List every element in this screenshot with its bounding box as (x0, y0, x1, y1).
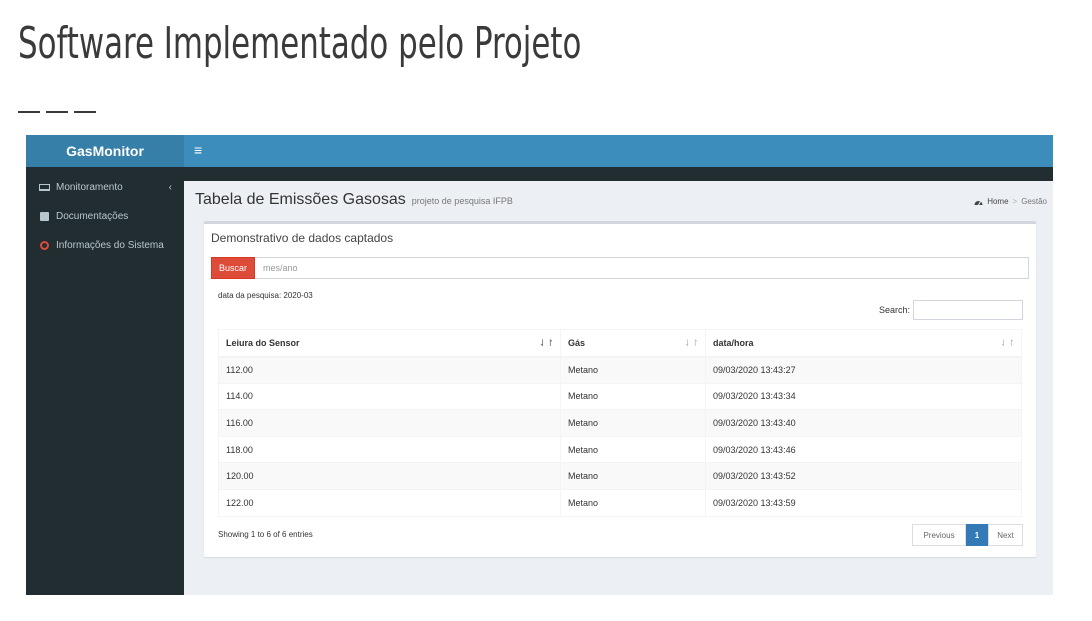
sidebar: Monitoramento ‹ Documentações Informaçõe… (26, 167, 184, 595)
cell-leitura: 112.00 (218, 356, 561, 384)
sidebar-item-label: Informações do Sistema (56, 240, 164, 251)
page-subtitle: projeto de pesquisa IFPB (411, 196, 513, 206)
buscar-button[interactable]: Buscar (211, 257, 255, 279)
cell-gas: Metano (560, 382, 706, 411)
sidebar-item-informacoes[interactable]: Informações do Sistema (26, 231, 184, 260)
monitor-icon (38, 184, 50, 191)
top-navbar: ≡ (184, 135, 1053, 167)
box-title: Demonstrativo de dados captados (211, 231, 394, 245)
sort-icon: ⇃↾ (999, 338, 1015, 348)
table-row: 118.00 Metano 09/03/2020 13:43:46 (218, 435, 1022, 464)
cell-gas: Metano (560, 356, 706, 384)
sidebar-item-documentacoes[interactable]: Documentações (26, 202, 184, 231)
sort-icon: ⇃↾ (683, 338, 699, 348)
cell-datahora: 09/03/2020 13:43:52 (705, 462, 1022, 490)
table-info: Showing 1 to 6 of 6 entries (218, 530, 313, 539)
breadcrumb-separator: > (1012, 197, 1018, 206)
gasmonitor-app: GasMonitor ≡ Monitoramento ‹ Documentaçõ… (26, 135, 1053, 595)
cell-gas: Metano (560, 462, 706, 490)
cell-gas: Metano (560, 409, 706, 437)
hamburger-menu-icon[interactable]: ≡ (194, 143, 202, 157)
search-date-text: data da pesquisa: 2020-03 (218, 291, 313, 300)
table-search-input[interactable] (913, 300, 1023, 320)
column-header-label: Gás (568, 337, 586, 348)
cell-datahora: 09/03/2020 13:43:34 (705, 382, 1022, 411)
mes-ano-input[interactable]: mes/ano (255, 257, 1029, 279)
column-header-datahora[interactable]: data/hora ⇃↾ (705, 329, 1022, 358)
cell-gas: Metano (560, 435, 706, 464)
cell-datahora: 09/03/2020 13:43:40 (705, 409, 1022, 437)
table-row: 122.00 Metano 09/03/2020 13:43:59 (218, 488, 1022, 517)
dashboard-icon (974, 200, 983, 205)
table-row: 112.00 Metano 09/03/2020 13:43:27 (218, 356, 1022, 384)
column-header-leitura[interactable]: Leiura do Sensor ⇃↾ (218, 329, 561, 358)
column-header-gas[interactable]: Gás ⇃↾ (560, 329, 706, 358)
data-box: Demonstrativo de dados captados Buscar m… (204, 221, 1036, 557)
column-header-label: data/hora (713, 337, 754, 348)
pagination: Previous 1 Next (912, 524, 1023, 546)
column-header-label: Leiura do Sensor (226, 337, 300, 348)
chevron-left-icon[interactable]: ‹ (169, 182, 172, 193)
next-page-button[interactable]: Next (988, 524, 1023, 546)
breadcrumb-current: Gestão (1021, 197, 1047, 206)
search-label: Search: (879, 305, 911, 315)
content-area: Tabela de Emissões Gasosas projeto de pe… (184, 181, 1053, 595)
page-title: Tabela de Emissões Gasosas (195, 191, 406, 208)
search-group: Buscar mes/ano (211, 257, 1029, 279)
sidebar-item-label: Monitoramento (56, 182, 123, 193)
cell-datahora: 09/03/2020 13:43:59 (705, 488, 1022, 517)
sidebar-item-monitoramento[interactable]: Monitoramento ‹ (26, 173, 184, 202)
table-row: 116.00 Metano 09/03/2020 13:43:40 (218, 409, 1022, 437)
breadcrumb-home[interactable]: Home (987, 197, 1008, 206)
cell-leitura: 118.00 (218, 435, 561, 464)
sidebar-item-label: Documentações (56, 211, 129, 222)
cell-leitura: 116.00 (218, 409, 561, 437)
book-icon (38, 212, 50, 221)
circle-icon (38, 241, 50, 250)
breadcrumb: Home > Gestão (974, 197, 1047, 206)
app-logo[interactable]: GasMonitor (26, 135, 184, 167)
cell-leitura: 114.00 (218, 382, 561, 411)
slide-title: Software Implementado pelo Projeto (18, 18, 582, 69)
previous-page-button[interactable]: Previous (912, 524, 966, 546)
cell-datahora: 09/03/2020 13:43:46 (705, 435, 1022, 464)
table-row: 120.00 Metano 09/03/2020 13:43:52 (218, 462, 1022, 490)
cell-datahora: 09/03/2020 13:43:27 (705, 356, 1022, 384)
cell-leitura: 122.00 (218, 488, 561, 517)
page-1-button[interactable]: 1 (966, 524, 988, 546)
cell-gas: Metano (560, 488, 706, 517)
page-header: Tabela de Emissões Gasosas projeto de pe… (195, 191, 513, 209)
navbar-strip (184, 167, 1053, 181)
data-table: Leiura do Sensor ⇃↾ Gás ⇃↾ data/hora ⇃↾ (218, 329, 1022, 517)
title-underline (18, 111, 96, 113)
table-row: 114.00 Metano 09/03/2020 13:43:34 (218, 382, 1022, 411)
cell-leitura: 120.00 (218, 462, 561, 490)
sort-desc-icon: ⇃↾ (538, 338, 554, 348)
